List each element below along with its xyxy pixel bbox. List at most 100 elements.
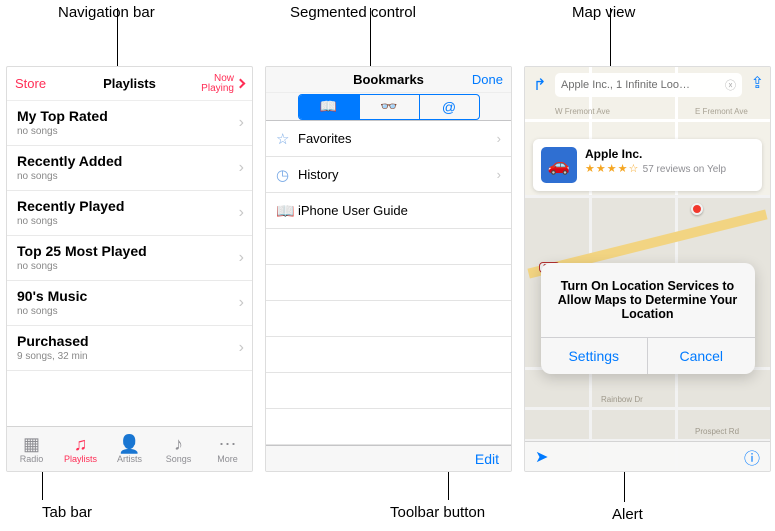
share-icon[interactable]: ⇪ — [751, 73, 764, 93]
place-name: Apple Inc. — [585, 147, 726, 161]
clock-icon: ◷ — [276, 166, 298, 184]
callout-tab-bar: Tab bar — [42, 504, 92, 521]
at-icon: @ — [442, 99, 456, 115]
store-button[interactable]: Store — [15, 76, 46, 91]
bookmark-list: ☆Favorites › ◷History › 📖iPhone User Guide — [266, 121, 511, 445]
tab-radio[interactable]: ▦Radio — [7, 427, 56, 471]
map-view[interactable]: W Fremont Ave E Fremont Ave W Homestead … — [525, 67, 770, 471]
place-card[interactable]: 🚗 Apple Inc. ★★★★☆ 57 reviews on Yelp — [533, 139, 762, 191]
road-label: E Fremont Ave — [695, 107, 748, 116]
bookmarks-screen: Bookmarks Done 📖 👓 @ ☆Favorites › ◷History › 📖… — [265, 66, 512, 472]
playlist-name: Recently Added — [17, 153, 242, 169]
more-icon: ⋯ — [219, 435, 237, 453]
callout-alert: Alert — [612, 506, 643, 523]
playlist-name: 90's Music — [17, 288, 242, 304]
edit-button[interactable]: Edit — [475, 451, 499, 467]
playlist-row[interactable]: Top 25 Most Played no songs› — [7, 236, 252, 281]
book-icon: 📖 — [276, 202, 298, 220]
locate-icon[interactable]: ➤ — [535, 447, 548, 467]
chevron-right-icon: › — [239, 114, 244, 132]
callout-toolbar-btn: Toolbar button — [390, 504, 485, 521]
done-button[interactable]: Done — [472, 72, 503, 87]
toolbar: Edit — [266, 445, 511, 471]
car-icon: 🚗 — [541, 147, 577, 183]
tab-label: Songs — [166, 454, 192, 464]
directions-icon[interactable]: ↱ — [533, 75, 546, 95]
playlist-row[interactable]: My Top Rated no songs› — [7, 101, 252, 146]
artists-icon: 👤 — [118, 435, 140, 453]
nav-title: Bookmarks — [353, 72, 424, 87]
playlist-row[interactable]: 90's Music no songs› — [7, 281, 252, 326]
chevron-right-icon: › — [239, 204, 244, 222]
bookmark-row[interactable]: 📖iPhone User Guide — [266, 193, 511, 229]
alert-overlay: Turn On Location Services to Allow Maps … — [525, 195, 770, 441]
book-icon: 📖 — [320, 98, 337, 115]
maps-screen: W Fremont Ave E Fremont Ave W Homestead … — [524, 66, 771, 472]
star-icon: ☆ — [276, 130, 298, 148]
tab-songs[interactable]: ♪Songs — [154, 427, 203, 471]
segment-book-icon[interactable]: 📖 — [299, 95, 359, 119]
alert-cancel-button[interactable]: Cancel — [647, 338, 755, 374]
callout-map-view: Map view — [572, 4, 635, 21]
nav-title: Playlists — [103, 76, 156, 91]
bookmark-label: iPhone User Guide — [298, 203, 408, 218]
tab-bar: ▦Radio♫Playlists👤Artists♪Songs⋯More — [7, 426, 252, 471]
navigation-bar: Bookmarks Done — [266, 67, 511, 93]
search-text: Apple Inc., 1 Infinite Loo… — [561, 79, 725, 91]
info-icon[interactable]: ⓘ — [744, 445, 760, 469]
callout-segmented: Segmented control — [290, 4, 416, 21]
navigation-bar: Store Playlists NowPlaying — [7, 67, 252, 101]
glasses-icon: 👓 — [380, 98, 397, 115]
tab-label: Artists — [117, 454, 142, 464]
playlist-row[interactable]: Recently Added no songs› — [7, 146, 252, 191]
alert-settings-button[interactable]: Settings — [541, 338, 648, 374]
bookmark-label: History — [298, 167, 338, 182]
callout-nav-bar: Navigation bar — [58, 4, 155, 21]
tab-artists[interactable]: 👤Artists — [105, 427, 154, 471]
bookmark-row[interactable]: ☆Favorites › — [266, 121, 511, 157]
playlist-sub: no songs — [17, 216, 242, 227]
playlist-row[interactable]: Recently Played no songs› — [7, 191, 252, 236]
search-field[interactable]: Apple Inc., 1 Infinite Loo… ⓧ — [555, 73, 742, 97]
tab-playlists[interactable]: ♫Playlists — [56, 427, 105, 471]
clear-icon[interactable]: ⓧ — [725, 77, 736, 93]
road-label: W Fremont Ave — [555, 107, 610, 116]
playlist-row[interactable]: Purchased 9 songs, 32 min› — [7, 326, 252, 371]
chevron-right-icon: › — [497, 167, 501, 182]
segment-at-icon[interactable]: @ — [419, 95, 479, 119]
chevron-right-icon: › — [497, 131, 501, 146]
songs-icon: ♪ — [174, 435, 183, 453]
playlist-name: Purchased — [17, 333, 242, 349]
segment-glasses-icon[interactable]: 👓 — [359, 95, 419, 119]
playlist-sub: no songs — [17, 171, 242, 182]
bookmark-label: Favorites — [298, 131, 351, 146]
star-rating: ★★★★☆ — [585, 163, 639, 175]
playlist-list: My Top Ratedno songs›Recently Addedno so… — [7, 101, 252, 426]
playlist-name: Recently Played — [17, 198, 242, 214]
bookmark-row[interactable]: ◷History › — [266, 157, 511, 193]
playlist-sub: no songs — [17, 126, 242, 137]
tab-more[interactable]: ⋯More — [203, 427, 252, 471]
playlists-icon: ♫ — [74, 435, 88, 453]
tab-label: Radio — [20, 454, 44, 464]
playlist-name: My Top Rated — [17, 108, 242, 124]
tab-label: Playlists — [64, 454, 97, 464]
playlist-sub: no songs — [17, 261, 242, 272]
chevron-right-icon: › — [239, 294, 244, 312]
chevron-right-icon: › — [239, 339, 244, 357]
map-toolbar: ➤ ⓘ — [525, 441, 770, 471]
chevron-right-icon: › — [239, 249, 244, 267]
segmented-control: 📖 👓 @ — [266, 93, 511, 122]
radio-icon: ▦ — [23, 435, 40, 453]
chevron-right-icon — [236, 79, 246, 89]
tab-label: More — [217, 454, 238, 464]
playlist-sub: no songs — [17, 306, 242, 317]
alert-message: Turn On Location Services to Allow Maps … — [541, 263, 755, 337]
review-count: 57 reviews on Yelp — [643, 164, 726, 175]
chevron-right-icon: › — [239, 159, 244, 177]
now-playing-button[interactable]: NowPlaying — [184, 74, 244, 94]
music-app-screen: Store Playlists NowPlaying My Top Rated n… — [6, 66, 253, 472]
playlist-name: Top 25 Most Played — [17, 243, 242, 259]
alert: Turn On Location Services to Allow Maps … — [541, 263, 755, 374]
playlist-sub: 9 songs, 32 min — [17, 351, 242, 362]
